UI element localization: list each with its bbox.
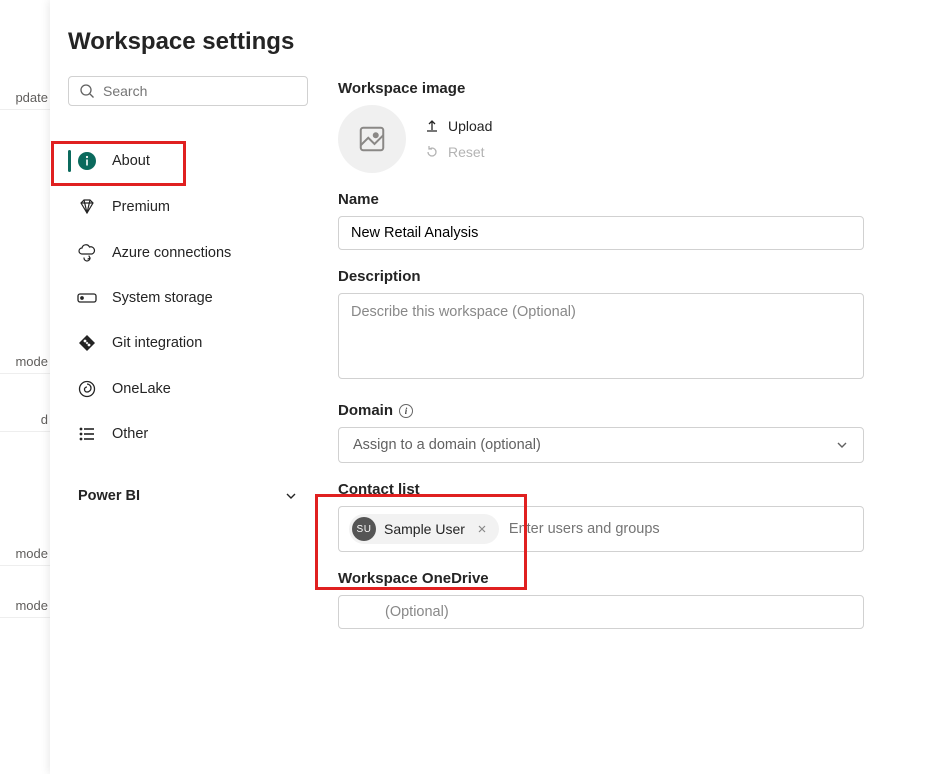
onedrive-input[interactable]: (Optional) xyxy=(338,595,864,629)
nav-label: Premium xyxy=(112,199,170,215)
search-box[interactable] xyxy=(68,76,308,106)
label-contact-list: Contact list xyxy=(338,481,932,498)
chip-label: Sample User xyxy=(384,521,465,537)
avatar: SU xyxy=(352,517,376,541)
bg-item: mode xyxy=(0,542,50,566)
settings-sidebar: About Premium Azure connections xyxy=(68,76,308,629)
nav-azure-connections[interactable]: Azure connections xyxy=(68,234,308,272)
nav-premium[interactable]: Premium xyxy=(68,188,308,226)
reset-icon xyxy=(424,144,440,160)
section-powerbi[interactable]: Power BI xyxy=(68,480,308,512)
name-input-wrap[interactable] xyxy=(338,216,864,250)
chevron-down-icon xyxy=(835,438,849,452)
nav-label: OneLake xyxy=(112,381,171,397)
contact-chip: SU Sample User xyxy=(349,514,499,544)
reset-label: Reset xyxy=(448,144,485,160)
nav-label: Other xyxy=(112,426,148,442)
nav-label: System storage xyxy=(112,290,213,306)
close-icon xyxy=(477,524,487,534)
bg-item: mode xyxy=(0,350,50,374)
workspace-image-thumb xyxy=(338,105,406,173)
section-label: Power BI xyxy=(78,488,140,504)
upload-image-button[interactable]: Upload xyxy=(424,118,492,134)
label-description: Description xyxy=(338,268,932,285)
description-input[interactable] xyxy=(338,293,864,379)
nav-onelake[interactable]: OneLake xyxy=(68,370,308,408)
onelake-icon xyxy=(76,380,98,398)
settings-nav: About Premium Azure connections xyxy=(68,142,308,452)
info-icon xyxy=(76,152,98,170)
nav-label: Azure connections xyxy=(112,245,231,261)
domain-select[interactable]: Assign to a domain (optional) xyxy=(338,427,864,463)
other-icon xyxy=(76,426,98,442)
label-domain: Domain i xyxy=(338,402,932,419)
chevron-down-icon xyxy=(284,489,298,503)
contact-input[interactable]: SU Sample User xyxy=(338,506,864,552)
label-name: Name xyxy=(338,191,932,208)
contact-text-input[interactable] xyxy=(509,521,853,537)
settings-main: Workspace image Upload Reset Name xyxy=(338,76,932,629)
name-input[interactable] xyxy=(351,225,851,241)
bg-item: mode xyxy=(0,594,50,618)
search-input[interactable] xyxy=(103,83,297,99)
chip-remove-button[interactable] xyxy=(473,522,491,537)
domain-placeholder: Assign to a domain (optional) xyxy=(353,437,541,453)
image-placeholder-icon xyxy=(357,124,387,154)
upload-icon xyxy=(424,118,440,134)
onedrive-placeholder: (Optional) xyxy=(385,604,449,620)
panel-title: Workspace settings xyxy=(68,0,932,76)
storage-icon xyxy=(76,291,98,305)
info-icon[interactable]: i xyxy=(399,404,413,418)
settings-panel: Workspace settings About Premiu xyxy=(50,0,950,774)
git-icon xyxy=(76,334,98,352)
label-workspace-image: Workspace image xyxy=(338,80,932,97)
nav-label: Git integration xyxy=(112,335,202,351)
label-onedrive: Workspace OneDrive xyxy=(338,570,932,587)
nav-git-integration[interactable]: Git integration xyxy=(68,324,308,362)
nav-label: About xyxy=(112,153,150,169)
bg-item: pdate xyxy=(0,86,50,110)
reset-image-button: Reset xyxy=(424,144,492,160)
diamond-icon xyxy=(76,198,98,216)
nav-about[interactable]: About xyxy=(68,142,308,180)
nav-system-storage[interactable]: System storage xyxy=(68,280,308,316)
background-nav-fragments: pdate mode d mode mode xyxy=(0,0,50,774)
bg-item: d xyxy=(0,408,50,432)
upload-label: Upload xyxy=(448,118,492,134)
nav-other[interactable]: Other xyxy=(68,416,308,452)
cloud-sync-icon xyxy=(76,244,98,262)
search-icon xyxy=(79,83,95,99)
